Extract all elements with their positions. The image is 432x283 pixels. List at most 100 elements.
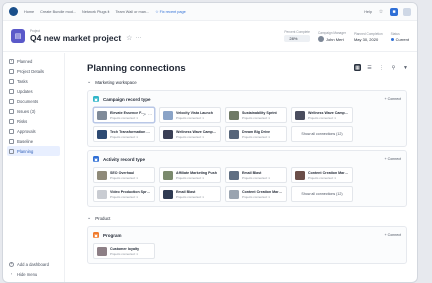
add-dashboard-button[interactable]: + Add a dashboard [7,259,60,269]
card-name: Wellness Wave Campaign [308,110,349,115]
record-card[interactable]: Wellness Wave Campaign Projects connecte… [159,126,221,142]
connect-button[interactable]: + Connect [385,233,402,237]
card-meta: Projects connected: 1 [110,115,138,120]
record-thumbnail [97,170,107,180]
connect-button[interactable]: + Connect [385,97,402,101]
sidebar-item-tasks[interactable]: Tasks [7,76,60,86]
card-text: Sustainability Sprint Projects connected… [242,111,277,120]
hierarchy-view-icon[interactable]: ⋮ [378,64,385,71]
notifications-icon[interactable]: ■ [390,7,398,16]
record-thumbnail [97,110,107,120]
card-text: SEO Overhaul Projects connected: 1 [110,171,138,180]
topbar-link-3[interactable]: Network Plugs it [82,10,109,14]
record-card[interactable]: Customer loyalty Projects connected: 1 [93,243,155,259]
help-link[interactable]: Help [364,10,372,14]
more-options-icon[interactable]: ··· [135,35,141,41]
record-card[interactable]: Video Production Sprint Projects connect… [93,186,155,202]
card-name: Email Blast [242,170,262,175]
field-status[interactable]: Status Current [390,32,409,42]
sidebar-item-approvals[interactable]: Approvals [7,126,60,136]
card-meta: Projects connected: 1 [242,115,270,120]
sidebar-item-project-details[interactable]: Project Details [7,66,60,76]
record-card[interactable]: Email Blast Projects connected: 1 [225,167,287,183]
record-card[interactable]: SEO Overhaul Projects connected: 1 [93,167,155,183]
sidebar-item-documents[interactable]: Documents [7,96,60,106]
card-text: Customer loyalty Projects connected: 1 [110,247,139,256]
card-meta: Projects connected: 1 [308,175,336,180]
show-all-connections-button[interactable]: Show all connections (12) [291,126,353,142]
sidebar-item-risks[interactable]: Risks [7,116,60,126]
group-header-marketing[interactable]: ⌄ Marketing workspace [87,77,407,87]
card-text: Dream Big Drive Projects connected: 1 [242,130,270,139]
connect-button[interactable]: + Connect [385,157,402,161]
field-planned-completion[interactable]: Planned Completion May 30, 2020 [354,32,383,42]
avatar[interactable] [403,7,411,16]
record-card[interactable]: Sustainability Sprint Projects connected… [225,107,287,123]
sidebar-item-updates[interactable]: Updates [7,86,60,96]
main-panel: Planning connections ▦ ☰ ⋮ ⚲ ▼ ⌄ Marketi… [65,53,417,282]
card-row: SEO Overhaul Projects connected: 1 Affil… [93,167,401,183]
card-name: SEO Overhaul [110,170,135,175]
card-meta: Projects connected: 1 [176,194,204,199]
record-card[interactable]: Content Creation Marathon Projects conne… [225,186,287,202]
app-window: Home Create Bundle mod... Network Plugs … [2,2,418,283]
sidebar-footer: + Add a dashboard ‹ Hide menu [7,259,60,279]
favorite-star-icon[interactable]: ☆ [126,34,132,42]
content-area: ‹ Planned Project Details Tasks Updates D… [3,53,417,282]
sidebar-item-planning[interactable]: Planning [7,146,60,156]
app-logo[interactable] [9,7,18,16]
topbar-actions: Help ☆ ■ [364,7,411,16]
list-view-icon[interactable]: ☰ [366,64,373,71]
star-icon[interactable]: ☆ [377,8,385,16]
card-text: Content Creation Marathon Projects conne… [308,171,349,180]
chevron-down-icon: ⌄ [87,215,92,221]
sidebar-item-back[interactable]: ‹ Planned [7,56,60,66]
card-meta: Projects connected: 1 [110,175,138,180]
record-thumbnail [163,129,173,139]
program-icon: ▣ [93,232,99,238]
card-text: Wellness Wave Campaign Projects connecte… [176,130,217,139]
chevron-down-icon: ⌄ [87,79,92,85]
hide-menu-button[interactable]: ‹ Hide menu [7,269,60,279]
sidebar-item-label: Issues (3) [17,108,36,114]
record-card[interactable]: Dream Big Drive Projects connected: 1 [225,126,287,142]
card-meta: Projects connected: 1 [176,134,204,139]
group-header-product[interactable]: ⌄ Product [87,213,407,223]
field-label: Percent Complete [284,30,310,34]
record-card[interactable]: Velocity Vista Launch Projects connected… [159,107,221,123]
record-card[interactable]: Elevate Essence F... Projects connected:… [93,107,155,123]
new-page-label: Fix recent page [159,10,186,14]
card-name: Sustainability Sprint [242,110,277,115]
record-card[interactable]: Wellness Wave Campaign Projects connecte… [291,107,353,123]
grid-view-icon[interactable]: ▦ [354,64,361,71]
sidebar-item-issues[interactable]: Issues (3) [7,106,60,116]
more-icon[interactable]: ··· [148,112,152,117]
card-text: Tech Transformation Trailblazers Project… [110,130,151,139]
card-text: Video Production Sprint Projects connect… [110,190,151,199]
topbar-link-2[interactable]: Create Bundle mod... [40,10,76,14]
card-meta: Projects connected: 1 [110,194,138,199]
filter-icon[interactable]: ▼ [402,64,409,71]
card-actions: ↗ ··· [143,112,152,117]
new-page-link[interactable]: ☆ Fix recent page [155,9,186,14]
record-card[interactable]: Affiliate Marketing Push Projects connec… [159,167,221,183]
task-icon [9,78,14,84]
topbar-link-4[interactable]: Team Wall or man... [115,10,149,14]
sidebar-item-label: Planning [17,148,34,154]
sidebar-item-baseline[interactable]: Baseline [7,136,60,146]
field-campaign-manager[interactable]: Campaign Manager John Mert [317,31,346,42]
show-all-connections-button[interactable]: Show all connections (12) [291,186,353,202]
record-card[interactable]: Email Blast Projects connected: 1 [159,186,221,202]
add-dashboard-label: Add a dashboard [17,261,49,267]
open-external-icon[interactable]: ↗ [143,112,146,117]
record-card[interactable]: Content Creation Marathon Projects conne… [291,167,353,183]
field-percent-complete[interactable]: Percent Complete 28% [284,30,310,42]
campaign-icon: ▣ [93,96,99,102]
card-name: Wellness Wave Campaign [176,129,217,134]
field-label: Planned Completion [353,32,383,36]
arrow-left-icon: ‹ [9,58,14,64]
record-card[interactable]: Tech Transformation Trailblazers Project… [93,126,155,142]
search-icon[interactable]: ⚲ [390,64,397,71]
activity-icon: ▣ [93,156,99,162]
topbar-link-home[interactable]: Home [24,10,34,14]
